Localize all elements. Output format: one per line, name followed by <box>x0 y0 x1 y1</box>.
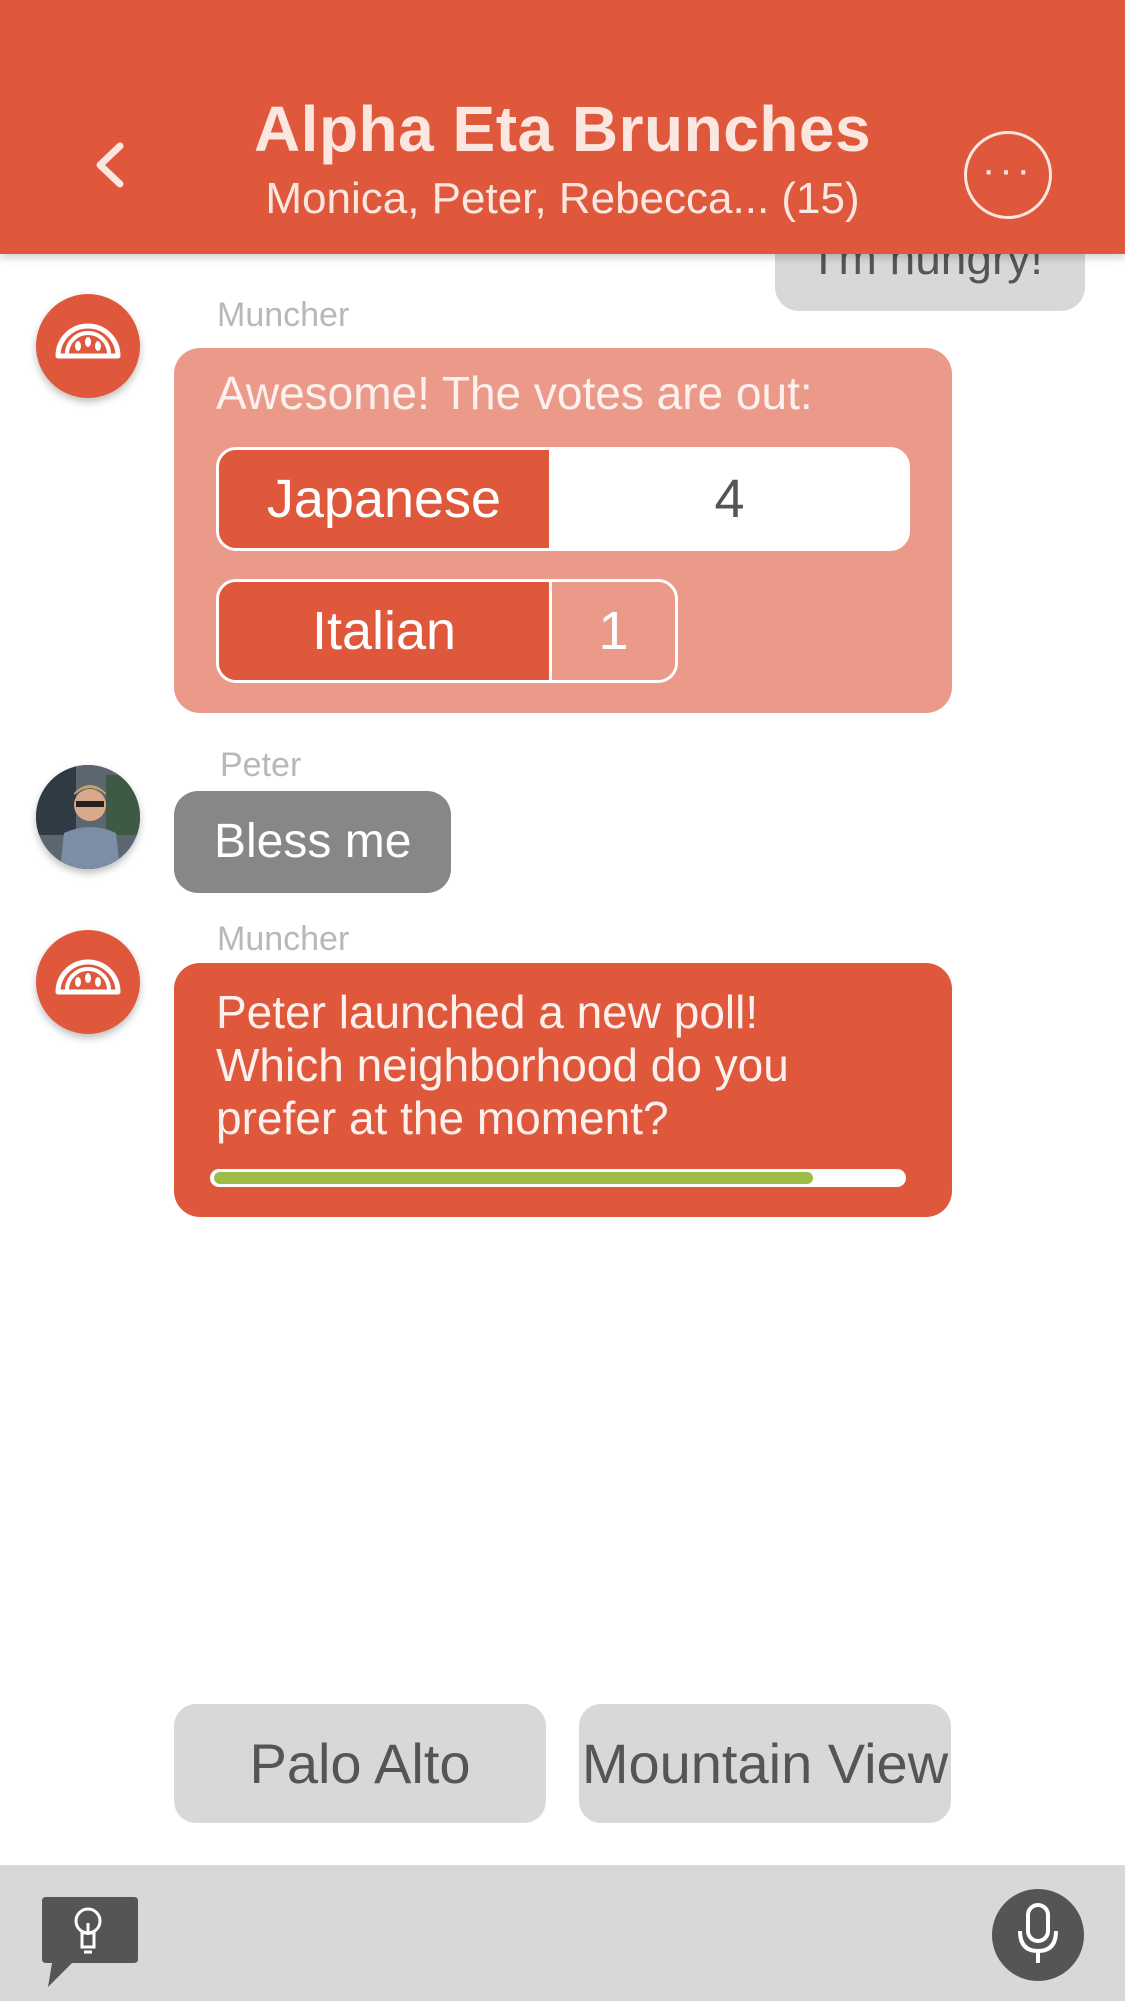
bot-avatar[interactable] <box>36 930 140 1034</box>
vote-count: 4 <box>552 450 907 548</box>
more-button[interactable]: ··· <box>964 131 1052 219</box>
vote-result-row[interactable]: Japanese 4 <box>216 447 910 551</box>
microphone-icon <box>1018 1903 1058 1963</box>
poll-progress-bar <box>210 1169 906 1187</box>
vote-count: 1 <box>552 582 675 680</box>
person-photo <box>36 765 140 869</box>
microphone-button[interactable] <box>992 1889 1084 1981</box>
lightbulb-icon <box>42 1897 138 1987</box>
sender-name: Muncher <box>217 920 350 958</box>
vote-option-label: Japanese <box>219 450 552 548</box>
poll-text-line: Which neighborhood do you <box>216 1039 789 1091</box>
tips-button[interactable] <box>38 1893 142 1997</box>
message-bubble: Bless me <box>174 791 451 893</box>
poll-results-bubble: Awesome! The votes are out: Japanese 4 I… <box>174 348 952 713</box>
chat-members[interactable]: Monica, Peter, Rebecca... (15) <box>0 174 1125 224</box>
poll-text-line: Peter launched a new poll! <box>216 986 759 1038</box>
poll-message-bubble: Peter launched a new poll! Which neighbo… <box>174 963 952 1217</box>
sender-name: Muncher <box>217 296 350 334</box>
option-button-mountain-view[interactable]: Mountain View <box>579 1704 951 1823</box>
watermelon-icon <box>55 323 121 359</box>
more-icon: ··· <box>982 148 1034 192</box>
vote-option-label: Italian <box>219 582 552 680</box>
option-button-palo-alto[interactable]: Palo Alto <box>174 1704 546 1823</box>
results-prompt: Awesome! The votes are out: <box>216 367 813 419</box>
poll-progress-fill <box>214 1172 813 1184</box>
input-bar <box>0 1865 1125 2001</box>
bot-avatar[interactable] <box>36 294 140 398</box>
vote-result-row[interactable]: Italian 1 <box>216 579 678 683</box>
watermelon-icon <box>55 959 121 995</box>
sender-name: Peter <box>220 746 302 784</box>
avatar[interactable] <box>36 765 140 869</box>
chat-title: Alpha Eta Brunches <box>253 93 872 165</box>
chat-header: Alpha Eta Brunches Monica, Peter, Rebecc… <box>0 0 1125 254</box>
poll-text-line: prefer at the moment? <box>216 1092 669 1144</box>
